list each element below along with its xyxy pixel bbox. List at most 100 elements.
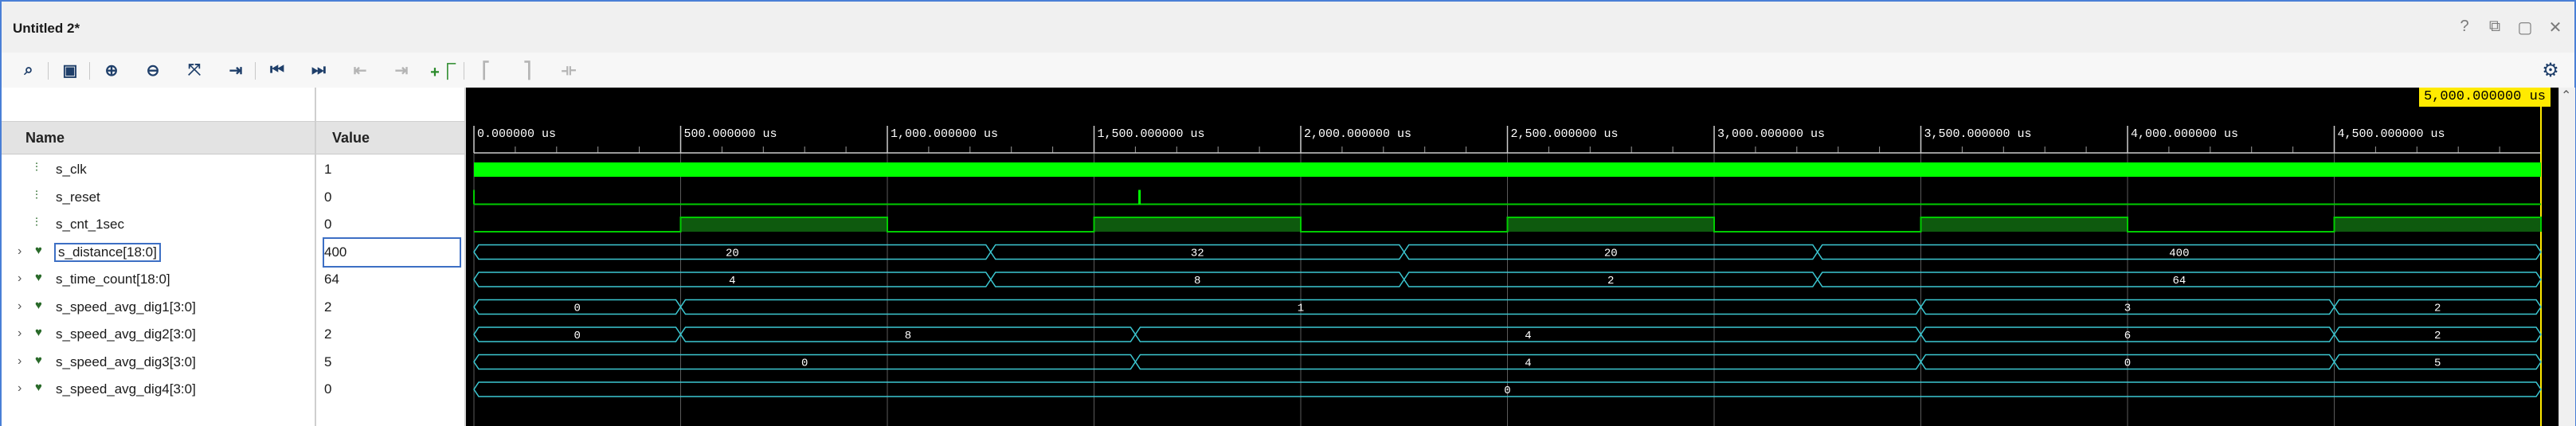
window-controls: ? ⧉ ▢ ✕ (2457, 18, 2563, 37)
bus-signal-icon: ♥ (35, 326, 42, 339)
bus-value-label: 8 (905, 330, 911, 342)
s_clk-waveform (474, 162, 2541, 177)
s_cnt_1sec-high-region (1094, 217, 1301, 232)
restore-icon[interactable]: ⧉ (2487, 18, 2503, 37)
waveform-svg[interactable]: 0.000000 us 500.000000 us 1,000.000000 us 1… (466, 88, 2558, 426)
signal-name[interactable]: s_speed_avg_dig1[3:0] (56, 299, 196, 315)
expand-arrow-icon[interactable]: › (18, 272, 22, 286)
save-icon[interactable]: ▣ (59, 59, 81, 81)
zoom-in-icon[interactable]: ⊕ (100, 59, 123, 81)
signal-value: 400 (324, 244, 347, 260)
signal-name[interactable]: s_clk (56, 162, 87, 178)
go-to-cursor-icon[interactable]: ⇥ (225, 59, 247, 81)
value-column-header[interactable]: Value (316, 121, 464, 154)
s_cnt_1sec-high-region (1920, 217, 2128, 232)
cursor-time-label: 5,000.000000 us (2418, 88, 2551, 107)
signal-value: 64 (324, 272, 339, 287)
bus-value-label: 64 (2172, 275, 2186, 287)
signal-value-cell[interactable]: 0 (324, 376, 460, 403)
signal-value-cell[interactable]: 64 (324, 266, 460, 293)
signal-row[interactable]: ⫶ s_reset (2, 184, 315, 211)
next-marker-icon[interactable]: ⎤ (516, 59, 538, 81)
bus-value-label: 8 (1194, 275, 1200, 287)
bus-value-label: 400 (2169, 248, 2189, 260)
title-bar: Untitled 2* ? ⧉ ▢ ✕ (2, 2, 2574, 53)
signal-row[interactable]: › ♥ s_speed_avg_dig3[3:0] (2, 349, 315, 376)
ruler-tick-label: 3,500.000000 us (1924, 127, 2032, 141)
bus-value-label: 0 (574, 303, 581, 315)
go-to-end-icon[interactable]: ⏭ (307, 59, 330, 81)
signal-value-cell[interactable]: 2 (324, 294, 460, 321)
bus-signal-icon: ♥ (35, 381, 42, 394)
ruler-tick-label: 4,000.000000 us (2131, 127, 2238, 141)
toolbar-separator (48, 62, 49, 80)
signal-name[interactable]: s_speed_avg_dig4[3:0] (56, 381, 196, 397)
signal-value-cell[interactable]: 2 (324, 321, 460, 348)
expand-arrow-icon[interactable]: › (18, 326, 22, 341)
expand-arrow-icon[interactable]: › (18, 354, 22, 369)
expand-arrow-icon[interactable]: › (18, 299, 22, 314)
zoom-fit-icon[interactable]: ⤧ (183, 59, 206, 81)
signal-value-cell[interactable]: 0 (324, 184, 460, 211)
gear-icon[interactable]: ⚙ (2539, 59, 2562, 81)
scroll-up-icon[interactable]: ⌃ (2561, 88, 2571, 104)
waveform-canvas[interactable]: 0.000000 us 500.000000 us 1,000.000000 us 1… (466, 88, 2558, 426)
signal-value: 0 (324, 217, 332, 232)
bit-signal-icon: ⫶ (35, 161, 38, 174)
signal-value-cell[interactable]: 1 (324, 156, 460, 183)
search-icon[interactable]: ⌕ (18, 59, 40, 81)
vertical-scrollbar[interactable]: ⌃ (2558, 88, 2575, 426)
next-transition-icon[interactable]: ⇥ (390, 59, 413, 81)
ruler-tick-label: 3,000.000000 us (1717, 127, 1825, 141)
window-title: Untitled 2* (13, 21, 80, 36)
bus-value-label: 20 (726, 248, 739, 260)
name-column-header[interactable]: Name (2, 121, 315, 154)
signal-name[interactable]: s_distance[18:0] (54, 242, 161, 262)
bit-signal-icon: ⫶ (35, 216, 38, 229)
signal-row[interactable]: › ♥ s_speed_avg_dig4[3:0] (2, 376, 315, 403)
expand-arrow-icon[interactable]: › (18, 381, 22, 396)
signal-row[interactable]: ⫶ s_cnt_1sec (2, 211, 315, 238)
signal-name[interactable]: s_time_count[18:0] (56, 272, 170, 287)
bus-value-label: 20 (1604, 248, 1618, 260)
signal-value-cell[interactable]: 400 (323, 236, 461, 268)
s_cnt_1sec-high-region (680, 217, 887, 232)
signal-name[interactable]: s_speed_avg_dig2[3:0] (56, 326, 196, 342)
bus-value-label: 0 (1504, 385, 1510, 397)
bus-value-label: 32 (1191, 248, 1204, 260)
signal-row[interactable]: ⫶ s_clk (2, 156, 315, 183)
bus-value-label: 2 (2434, 303, 2441, 315)
signal-value: 2 (324, 326, 332, 342)
help-icon[interactable]: ? (2457, 18, 2472, 37)
signal-name[interactable]: s_speed_avg_dig3[3:0] (56, 354, 196, 370)
bus-value-label: 1 (1298, 303, 1304, 315)
signal-row[interactable]: › ♥ s_speed_avg_dig1[3:0] (2, 294, 315, 321)
signal-row[interactable]: › ♥ s_distance[18:0] (2, 239, 315, 266)
signal-value-cell[interactable]: 0 (324, 211, 460, 238)
signal-value: 5 (324, 354, 332, 369)
ruler-tick-label: 500.000000 us (684, 127, 777, 141)
add-marker-icon[interactable]: +⎾ (430, 59, 456, 81)
zoom-out-icon[interactable]: ⊖ (142, 59, 164, 81)
previous-transition-icon[interactable]: ⇤ (349, 59, 371, 81)
bus-value-label: 4 (1525, 358, 1531, 370)
bus-signal-icon: ♥ (35, 353, 42, 367)
bus-signal-icon: ♥ (35, 298, 42, 312)
waveform-toolbar: ⌕ ▣ ⊕ ⊖ ⤧ ⇥ ⏮ ⏭ ⇤ ⇥ +⎾ ⎡ ⎤ ⟛ ⚙ (2, 53, 2574, 88)
signal-value: 0 (324, 381, 332, 397)
bus-value-label: 4 (1525, 330, 1531, 342)
previous-marker-icon[interactable]: ⎡ (475, 59, 497, 81)
signal-value-cell[interactable]: 5 (324, 349, 460, 376)
maximize-icon[interactable]: ▢ (2517, 18, 2533, 37)
signal-row[interactable]: › ♥ s_speed_avg_dig2[3:0] (2, 321, 315, 348)
swap-cursors-icon[interactable]: ⟛ (558, 59, 580, 81)
close-icon[interactable]: ✕ (2547, 18, 2563, 37)
ruler-tick-label: 1,000.000000 us (891, 127, 998, 141)
signal-name[interactable]: s_cnt_1sec (56, 217, 124, 233)
expand-arrow-icon[interactable]: › (18, 244, 22, 259)
signal-row[interactable]: › ♥ s_time_count[18:0] (2, 266, 315, 293)
signal-name[interactable]: s_reset (56, 190, 100, 205)
bus-value-label: 0 (574, 330, 581, 342)
bus-signal-icon: ♥ (35, 243, 42, 257)
go-to-start-icon[interactable]: ⏮ (266, 59, 288, 81)
